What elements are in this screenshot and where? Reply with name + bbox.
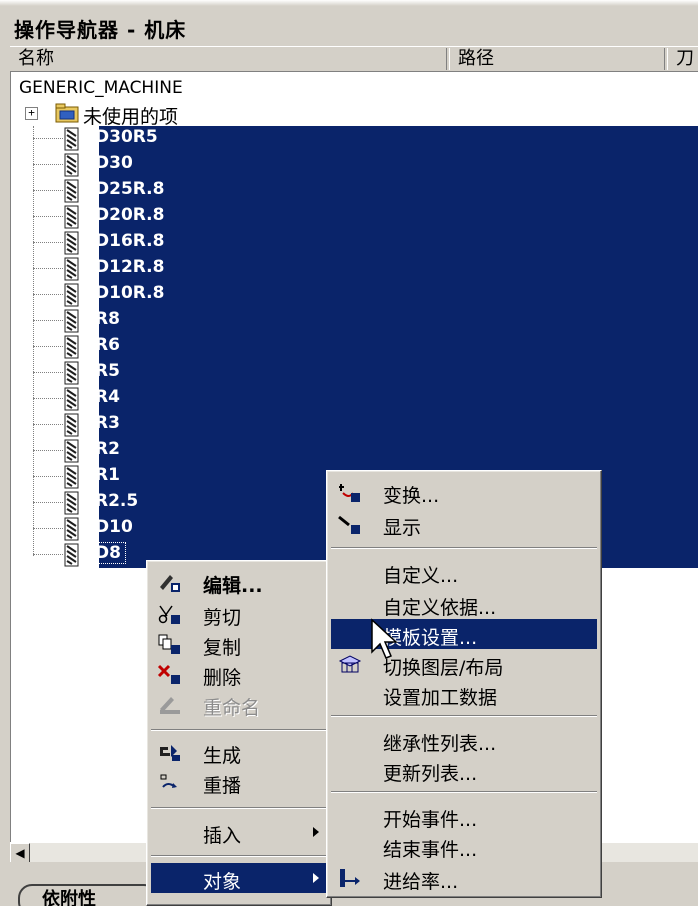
edit-icon <box>160 575 180 592</box>
tree-node-label: R6 <box>95 335 120 355</box>
tree-node-tool[interactable]: R5 <box>11 360 698 386</box>
mill-tool-icon <box>64 517 79 541</box>
tree-node-tool[interactable]: D12R.8 <box>11 256 698 282</box>
mill-tool-icon <box>64 179 79 203</box>
transform-icon <box>339 484 360 502</box>
tree-node-label: R3 <box>95 413 120 433</box>
tree-node-label: D30R5 <box>95 127 158 147</box>
menu-item-inheritance-list[interactable]: 继承性列表... <box>331 725 597 755</box>
tree-root-generic-machine[interactable]: GENERIC_MACHINE <box>19 78 183 98</box>
rename-icon <box>160 697 180 714</box>
menu-item-update-list[interactable]: 更新列表... <box>331 755 597 785</box>
tree-node-tool[interactable]: D20R.8 <box>11 204 698 230</box>
mill-tool-icon <box>64 335 79 359</box>
tree-node-label: D12R.8 <box>95 257 165 277</box>
mill-tool-icon <box>64 283 79 307</box>
tree-node-label: D8 <box>90 542 126 564</box>
mill-tool-icon <box>64 543 79 567</box>
folder-icon <box>55 103 79 123</box>
tree-node-label: D10R.8 <box>95 283 165 303</box>
replay-icon <box>160 774 177 788</box>
menu-item-edit[interactable]: 编辑... <box>151 567 327 597</box>
tree-node-label: D10 <box>95 517 133 537</box>
object-submenu: 变换... 显示 自定义... 自定义依据... 模板设置... 切换图层/布局… <box>326 470 602 898</box>
menu-item-display[interactable]: 显示 <box>331 509 597 539</box>
mill-tool-icon <box>64 465 79 489</box>
menu-item-set-machining-data[interactable]: 设置加工数据 <box>331 679 597 709</box>
title-bar: 操作导航器 - 机床 <box>0 0 698 44</box>
context-menu: 编辑... 剪切 复制 删除 重命名 生成 重播 插入 对象 <box>146 560 332 906</box>
tree-node-label: R1 <box>95 465 120 485</box>
tree-node-label: 未使用的项 <box>83 106 179 128</box>
tree-node-tool[interactable]: D25R.8 <box>11 178 698 204</box>
menu-item-generate[interactable]: 生成 <box>151 737 327 767</box>
layer-layout-icon <box>338 655 362 673</box>
copy-icon <box>158 634 180 654</box>
tree-node-label: R8 <box>95 309 120 329</box>
tree-node-label: D30 <box>95 153 133 173</box>
window-title: 操作导航器 - 机床 <box>14 18 187 42</box>
tree-node-tool[interactable]: R6 <box>11 334 698 360</box>
dependencies-tab[interactable]: 依附性 <box>18 884 158 906</box>
tree-node-tool[interactable]: D30 <box>11 152 698 178</box>
mill-tool-icon <box>64 127 79 151</box>
mill-tool-icon <box>64 413 79 437</box>
menu-item-cut[interactable]: 剪切 <box>151 599 327 629</box>
menu-item-copy[interactable]: 复制 <box>151 629 327 659</box>
mill-tool-icon <box>64 491 79 515</box>
tree-node-label: D25R.8 <box>95 179 165 199</box>
tree-node-tool[interactable]: R4 <box>11 386 698 412</box>
mill-tool-icon <box>64 439 79 463</box>
tree-node-label: R5 <box>95 361 120 381</box>
mill-tool-icon <box>64 361 79 385</box>
column-header-name[interactable]: 名称 <box>10 47 446 71</box>
menu-item-transform[interactable]: 变换... <box>331 477 597 507</box>
menu-item-replay[interactable]: 重播 <box>151 767 327 797</box>
mill-tool-icon <box>64 231 79 255</box>
generate-icon <box>160 745 180 761</box>
tree-node-tool[interactable]: D16R.8 <box>11 230 698 256</box>
menu-item-object[interactable]: 对象 <box>151 863 327 893</box>
tree-node-tool[interactable]: R2 <box>11 438 698 464</box>
tree-node-tool[interactable]: R3 <box>11 412 698 438</box>
expand-icon[interactable]: + <box>25 107 38 120</box>
display-icon <box>338 515 360 534</box>
menu-item-customize-by[interactable]: 自定义依据... <box>331 589 597 619</box>
menu-item-rename: 重命名 <box>151 689 327 719</box>
menu-item-end-event[interactable]: 结束事件... <box>331 831 597 861</box>
menu-item-customize[interactable]: 自定义... <box>331 557 597 587</box>
cut-icon <box>158 605 180 624</box>
mouse-cursor-icon <box>371 618 398 659</box>
feedrate-icon <box>340 869 360 887</box>
menu-item-feedrate[interactable]: 进给率... <box>331 863 597 893</box>
tree-node-label: R4 <box>95 387 120 407</box>
column-header: 名称 路径 刀 <box>10 46 698 72</box>
tree-node-label: D16R.8 <box>95 231 165 251</box>
tree-node-tool[interactable]: D10R.8 <box>11 282 698 308</box>
tree-node-label: R2.5 <box>95 491 139 511</box>
mill-tool-icon <box>64 153 79 177</box>
submenu-arrow-icon <box>313 827 319 837</box>
tree-node-label: D20R.8 <box>95 205 165 225</box>
tree-node-tool[interactable]: R8 <box>11 308 698 334</box>
menu-item-start-event[interactable]: 开始事件... <box>331 801 597 831</box>
delete-icon <box>157 664 180 684</box>
tree-node-tool[interactable]: D30R5 <box>11 126 698 152</box>
submenu-arrow-icon <box>313 873 319 883</box>
mill-tool-icon <box>64 387 79 411</box>
scroll-left-arrow-icon[interactable]: ◀ <box>10 843 30 863</box>
mill-tool-icon <box>64 257 79 281</box>
column-header-path[interactable]: 路径 <box>450 47 664 71</box>
tree-node-label: R2 <box>95 439 120 459</box>
menu-item-delete[interactable]: 删除 <box>151 659 327 689</box>
menu-item-insert[interactable]: 插入 <box>151 817 327 847</box>
mill-tool-icon <box>64 309 79 333</box>
operation-navigator-window: 操作导航器 - 机床 名称 路径 刀 GENERIC_MACHINE + 未使用… <box>0 0 698 906</box>
column-header-tool[interactable]: 刀 <box>668 47 698 71</box>
mill-tool-icon <box>64 205 79 229</box>
